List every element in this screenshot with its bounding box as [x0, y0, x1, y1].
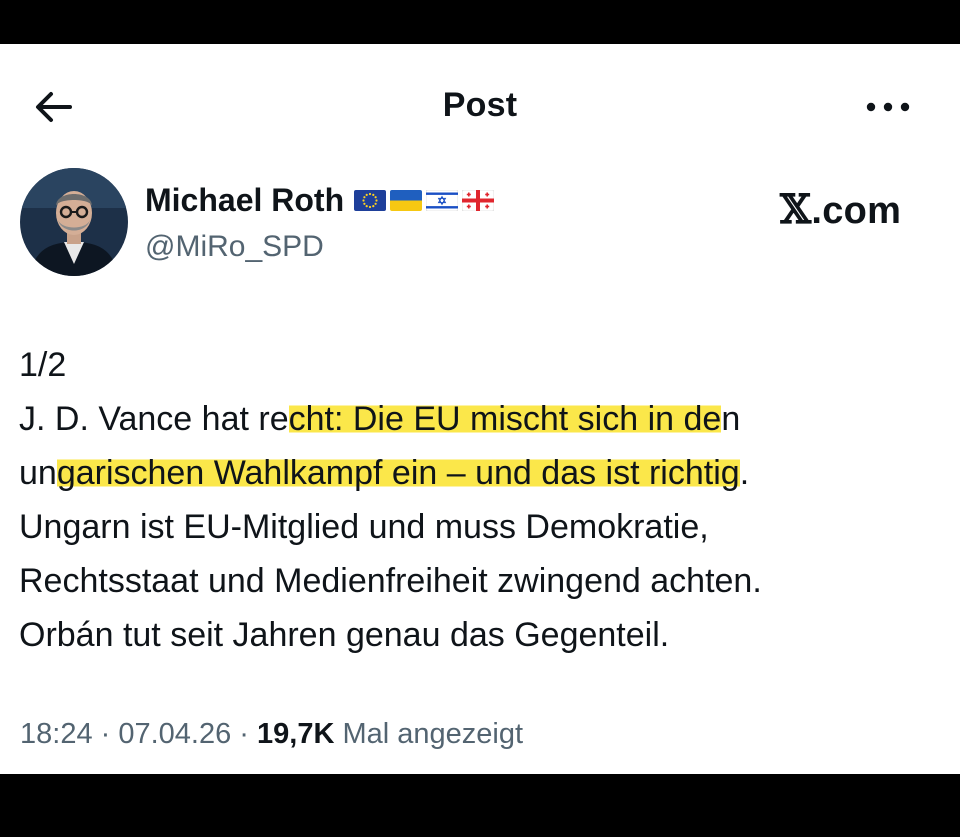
- post-line-1: J. D. Vance hat recht: Die EU mischt sic…: [19, 392, 949, 446]
- meta-separator: ·: [231, 718, 258, 750]
- ukraine-flag-icon: [390, 190, 423, 211]
- flag-emoji-group: [354, 190, 498, 211]
- post-line-2-end: .: [739, 454, 750, 492]
- page-title: Post: [442, 86, 518, 124]
- x-com-logo: 𝕏.com: [780, 186, 901, 233]
- highlighted-text: garischen Wahlkampf ein – und das ist ri…: [56, 454, 740, 492]
- x-logo-glyph: 𝕏: [780, 186, 812, 233]
- view-count[interactable]: 19,7K: [257, 718, 334, 750]
- bottom-black-bar: [0, 774, 960, 837]
- post-time[interactable]: 18:24: [20, 718, 93, 750]
- post-counter: 1/2: [19, 346, 67, 384]
- avatar-image: [20, 168, 128, 276]
- author-name[interactable]: Michael Roth: [145, 182, 344, 219]
- avatar[interactable]: [20, 168, 128, 276]
- view-count-label: Mal angezeigt: [334, 718, 524, 750]
- post-line-1-end: n: [721, 400, 741, 438]
- post-date[interactable]: 07.04.26: [118, 718, 231, 750]
- meta-separator: ·: [92, 718, 119, 750]
- georgia-flag-icon: [462, 190, 495, 211]
- post-text: 1/2 J. D. Vance hat recht: Die EU mischt…: [19, 338, 949, 662]
- x-com-text: .com: [811, 190, 902, 232]
- author-name-row[interactable]: Michael Roth: [145, 182, 498, 219]
- highlighted-text: cht: Die EU mischt sich in de: [288, 400, 722, 438]
- post-line-4: Rechtsstaat und Medienfreiheit zwingend …: [19, 562, 762, 600]
- post-line-3: Ungarn ist EU-Mitglied und muss Demokrat…: [19, 508, 709, 546]
- top-black-bar: [0, 0, 960, 44]
- israel-flag-icon: [426, 190, 459, 211]
- post-line-2-start: un: [19, 454, 57, 492]
- post-line-2: ungarischen Wahlkampf ein – und das ist …: [19, 446, 949, 500]
- post-line-5: Orbán tut seit Jahren genau das Gegentei…: [19, 616, 670, 654]
- post-meta: 18:24 · 07.04.26 · 19,7K Mal angezeigt: [20, 718, 523, 751]
- author-handle[interactable]: @MiRo_SPD: [145, 230, 324, 264]
- more-horizontal-icon[interactable]: [860, 90, 916, 124]
- eu-flag-icon: [354, 190, 387, 211]
- post-line-1-start: J. D. Vance hat re: [19, 400, 289, 438]
